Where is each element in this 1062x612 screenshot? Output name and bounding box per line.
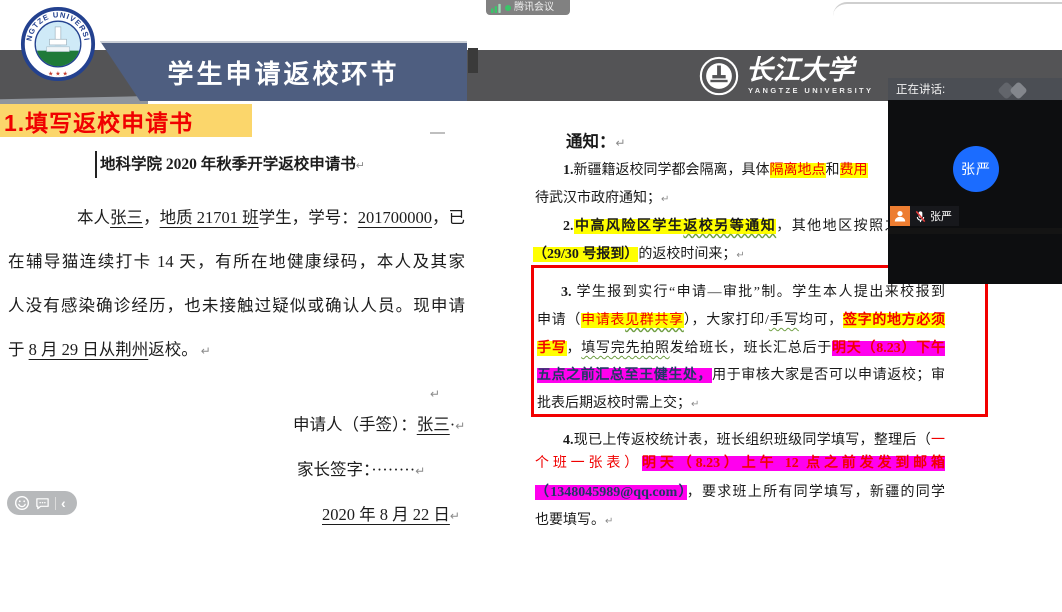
person-icon	[893, 209, 907, 223]
notice-line: 也要填写。↵	[535, 509, 613, 529]
step-label-box: 1.填写返校申请书	[0, 104, 252, 137]
university-name-cn: 长江大学	[746, 55, 873, 85]
slide-banner: 学生申请返校环节	[100, 41, 467, 101]
emoji-button[interactable]	[14, 495, 30, 511]
avatar: 张严	[953, 146, 999, 192]
doc-line: 人没有感染确诊经历，也未接触过疑似或确认人员。现申请	[8, 292, 465, 316]
reaction-toolbar: ‹	[7, 491, 77, 515]
notice-title: 通知：↵	[566, 128, 625, 152]
notice-line: 1.新疆籍返校同学都会隔离，具体隔离地点和费用	[563, 159, 868, 179]
notice-line: 4.现已上传返校统计表，班长组织班级同学填写，整理后（一	[563, 429, 945, 449]
doc-line: 家长签字：········↵	[297, 456, 425, 480]
doc-line: 本人张三，地质 21701 班学生，学号：201700000，已	[77, 204, 465, 228]
notice-line: 手写，填写完先拍照发给班长，班长汇总后于明天（8.23）下午	[537, 337, 945, 357]
doc-line: ↵	[430, 383, 440, 403]
toolbar-divider	[55, 497, 56, 510]
doc-line: 2020 年 8 月 22 日↵	[322, 501, 460, 525]
screen: 学生申请返校环节 YANGTZE UNIVERSITY ★ ★ ★ 长江大学 Y…	[0, 0, 1062, 612]
speaking-label: 正在讲话:	[888, 81, 945, 97]
notice-line: 待武汉市政府通知；↵	[535, 187, 669, 207]
doc-line: 于 8 月 29 日从荆州返校。 ↵	[8, 336, 211, 360]
step-label: 1.填写返校申请书	[0, 104, 193, 138]
meeting-watermark-icon	[998, 81, 1034, 99]
participant-name: 张严	[930, 208, 952, 224]
notice-line: 申请（申请表见群共享），大家打印/手写均可，签字的地方必须	[537, 309, 945, 329]
meeting-app-label: 腾讯会议	[514, 0, 554, 15]
university-logo: 长江大学 YANGTZE UNIVERSITY	[698, 55, 873, 97]
participant-name-tag: 张严	[910, 206, 959, 226]
doc-line: 申请人（手签）：张三·↵	[293, 411, 465, 435]
collapse-button[interactable]: ‹	[61, 492, 66, 514]
university-name-en: YANGTZE UNIVERSITY	[748, 86, 873, 95]
university-seal-icon: YANGTZE UNIVERSITY ★ ★ ★	[20, 6, 96, 82]
mic-muted-icon	[914, 210, 927, 223]
notice-line: 批表后期返校时需上交；↵	[537, 392, 699, 412]
meeting-status-pill[interactable]: 腾讯会议	[486, 0, 570, 15]
text-cursor	[95, 151, 97, 178]
status-dot-icon	[505, 5, 511, 11]
banner-title: 学生申请返校环节	[167, 54, 399, 91]
notice-line: 个班一张表）明天（8.23）上午 12 点之前发发到邮箱	[535, 452, 945, 472]
video-panel[interactable]: 正在讲话: 张严 张严	[888, 78, 1062, 212]
seal-stars: ★ ★ ★	[48, 70, 68, 77]
doc-line: 在辅导猫连续打卡 14 天，有所在地健康绿码，本人及其家	[8, 248, 465, 272]
video-panel-header: 正在讲话:	[888, 78, 1062, 100]
ruler-dash	[430, 132, 445, 134]
document-title: 地科学院 2020 年秋季开学返校申请书↵	[100, 152, 365, 174]
video-tile-bottom-strip	[888, 228, 1062, 234]
notice-line: （1348045989@qq.com），要求班上所有同学填写，新疆的同学	[535, 481, 945, 501]
header-notch	[468, 48, 478, 73]
university-emblem-icon	[698, 55, 740, 97]
participant-icon	[890, 206, 910, 226]
notice-line: 3. 学生报到实行“申请—审批”制。学生本人提出来校报到	[561, 281, 945, 301]
video-tile[interactable]: 张严 张严	[888, 100, 1062, 284]
chat-button[interactable]	[35, 496, 50, 511]
notice-line: 五点之前汇总至王健生处，用于审核大家是否可以申请返校；审	[537, 364, 945, 384]
signal-bars-icon	[491, 2, 502, 13]
notice-line: （29/30 号报到）的返校时间来；↵	[533, 243, 745, 263]
